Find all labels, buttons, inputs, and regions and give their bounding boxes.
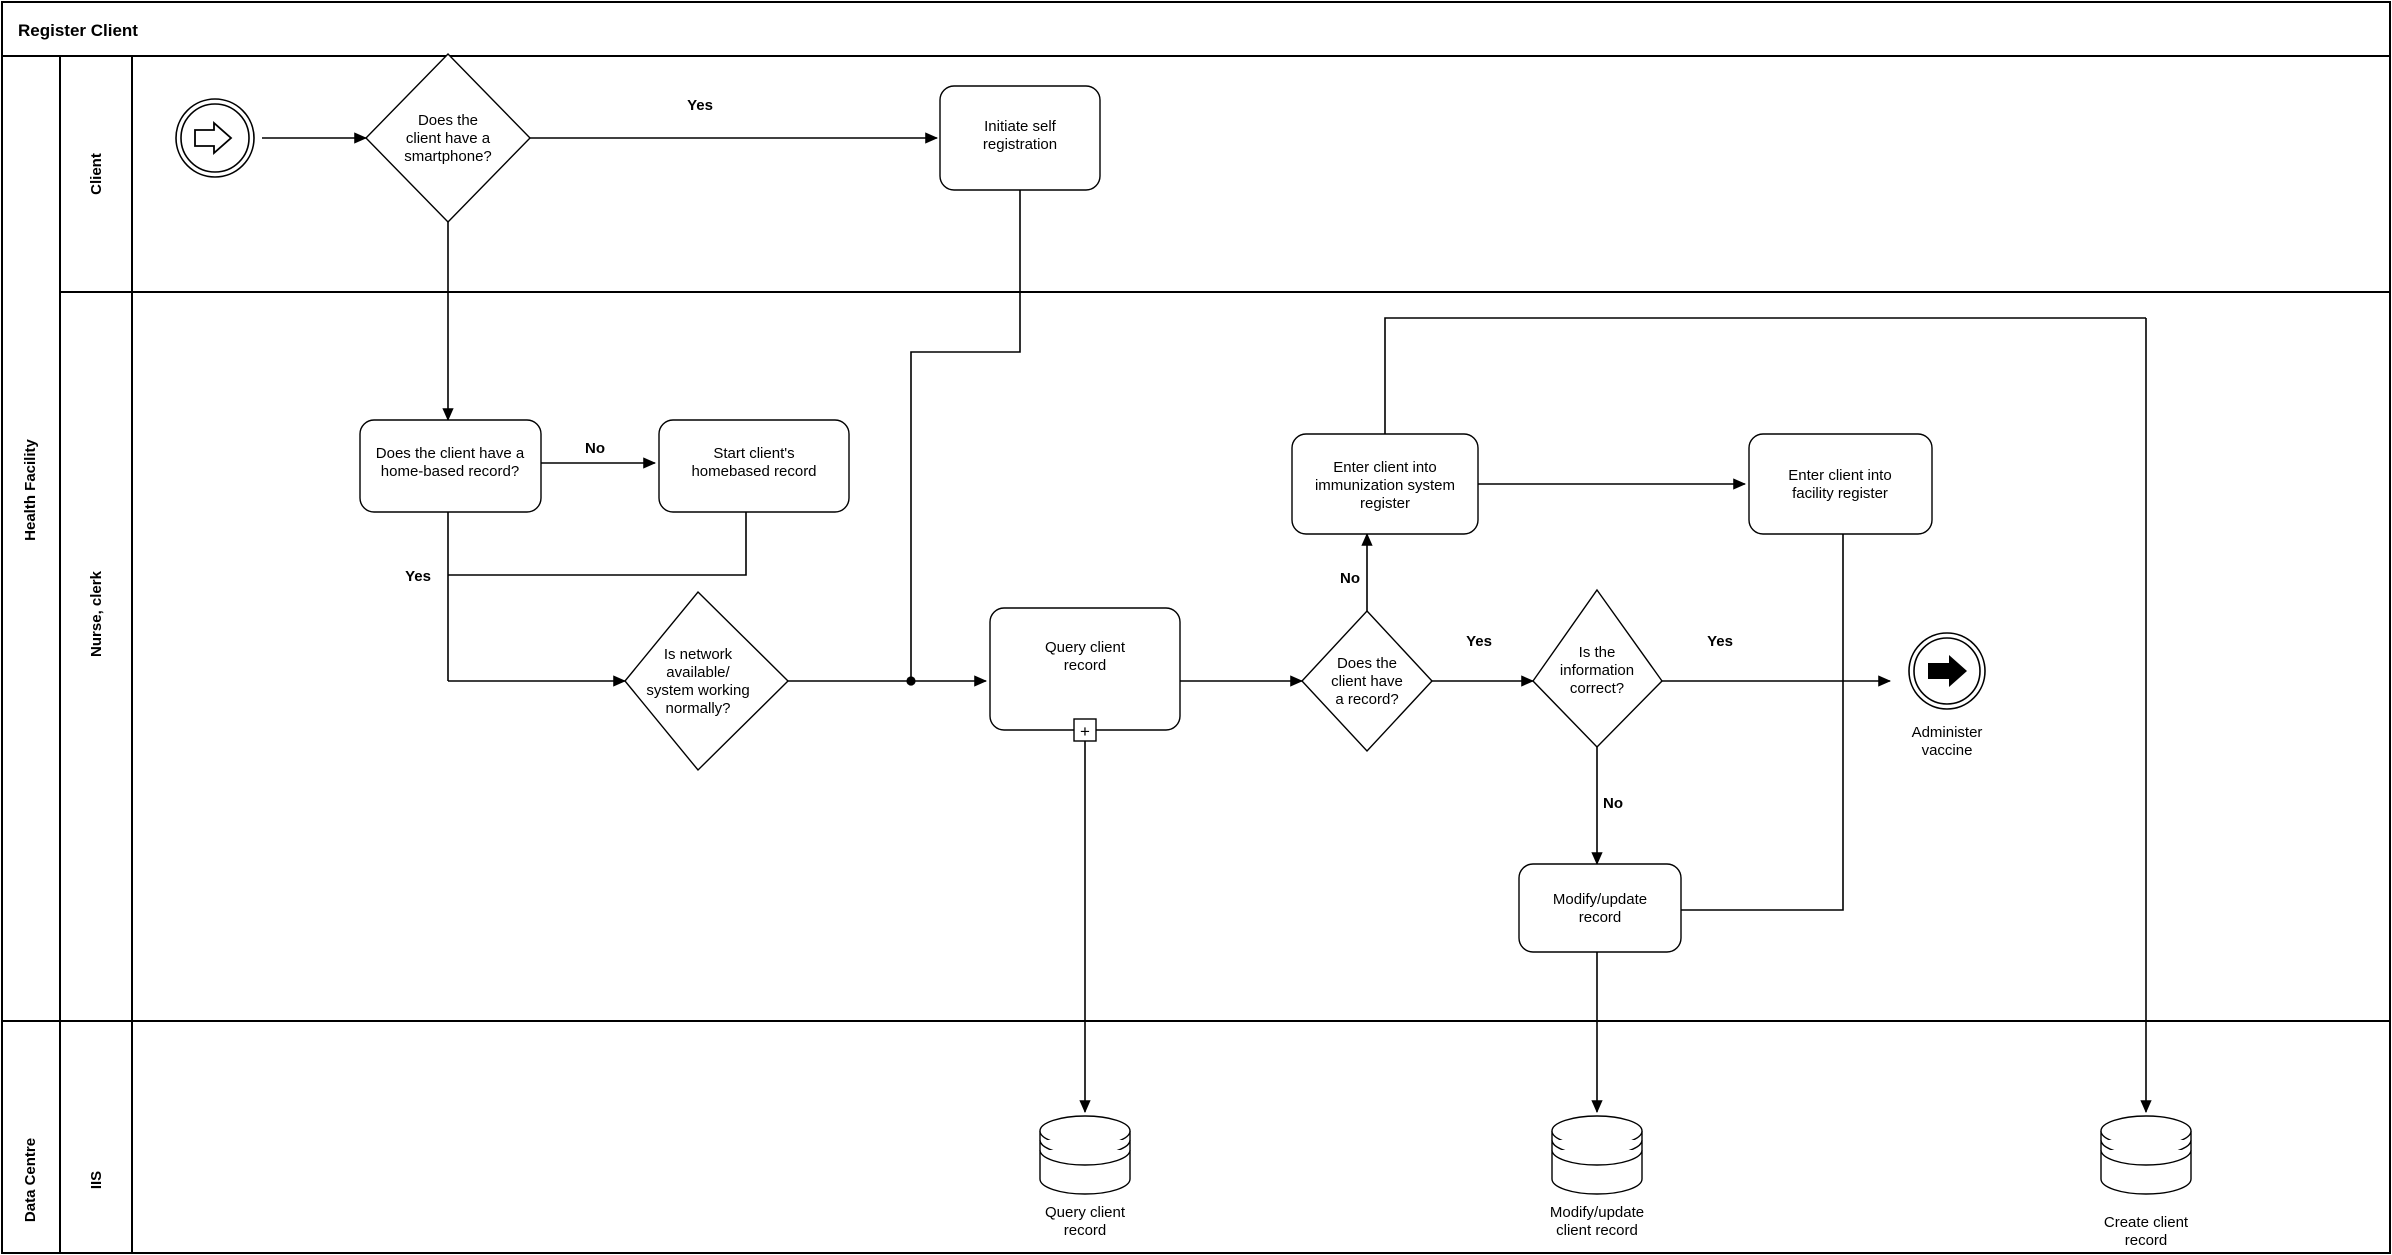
task-modify-line-1: record	[1579, 909, 1622, 926]
pool-label-client-text: Client	[88, 153, 105, 195]
gateway-network-available-line-0: Is network	[664, 646, 733, 663]
lane-label-iis: IIS	[88, 1171, 105, 1189]
datastore-query-client-record[interactable]: Query client record	[1039, 1115, 1131, 1239]
flow-label-infocorrect-yes: Yes	[1707, 633, 1733, 650]
datastore-modify-client-record[interactable]: Modify/update client record	[1550, 1115, 1644, 1239]
flow-label-hasrecord-yes: Yes	[1466, 633, 1492, 650]
gateway-has-record-line-2: a record?	[1335, 691, 1398, 708]
flow-label-infocorrect-no: No	[1603, 795, 1623, 812]
end-event-label-line-0: Administer	[1912, 724, 1983, 741]
datastore-modify-label-line-1: client record	[1556, 1222, 1638, 1239]
flow-label-homebased-no: No	[585, 440, 605, 457]
task-start-homebased-record-line-1: homebased record	[691, 463, 816, 480]
gateway-network-available-line-2: system working	[646, 682, 749, 699]
task-has-homebased-record-line-1: home-based record?	[381, 463, 519, 480]
task-enter-client-immunization-register[interactable]: Enter client into immunization system re…	[1291, 433, 1479, 535]
pool-label-data-centre: Data Centre	[22, 1138, 39, 1222]
task-start-homebased-record[interactable]: Start client's homebased record	[658, 419, 850, 513]
datastore-create-client-record[interactable]: Create client record	[2100, 1115, 2192, 1249]
end-event-label-line-1: vaccine	[1922, 742, 1973, 759]
subprocess-plus-icon: +	[1080, 722, 1090, 741]
task-enter-imm-line-1: immunization system	[1315, 477, 1455, 494]
bpmn-diagram: Register Client Client Health Facility N…	[1, 1, 2391, 1254]
flow-label-homebased-yes: Yes	[405, 568, 431, 585]
flow-modify-to-facility-register	[1681, 534, 1844, 911]
task-has-homebased-record[interactable]: Does the client have a home-based record…	[359, 419, 542, 513]
task-enter-facility-line-0: Enter client into	[1788, 467, 1891, 484]
lane-label-nurse-clerk-text: Nurse, clerk	[88, 570, 105, 657]
task-enter-imm-line-2: register	[1360, 495, 1410, 512]
gateway-has-smartphone[interactable]: Does the client have a smartphone?	[365, 52, 531, 224]
gateway-network-available[interactable]: Is network available/ system working nor…	[624, 590, 789, 772]
gateway-info-correct[interactable]: Is the information correct?	[1532, 588, 1663, 749]
gateway-has-smartphone-line-1: client have a	[406, 130, 491, 147]
gateway-has-record[interactable]: Does the client have a record?	[1301, 609, 1433, 753]
gateway-network-available-line-3: normally?	[665, 700, 730, 717]
gateway-has-record-line-0: Does the	[1337, 655, 1397, 672]
sequence-flows	[262, 132, 2152, 1114]
flow-starthomebased-down	[448, 512, 747, 576]
gateway-info-correct-line-2: correct?	[1570, 680, 1624, 697]
task-query-client-record[interactable]: Query client record +	[989, 607, 1181, 742]
datastore-create-label-line-1: record	[2125, 1232, 2168, 1249]
task-enter-imm-line-0: Enter client into	[1333, 459, 1436, 476]
task-initiate-self-registration[interactable]: Initiate self registration	[939, 85, 1101, 191]
task-query-client-record-line-0: Query client	[1045, 639, 1126, 656]
flow-label-hasrecord-no: No	[1340, 570, 1360, 587]
task-initiate-self-registration-line-1: registration	[983, 136, 1057, 153]
lane-label-iis-text: IIS	[88, 1171, 105, 1189]
datastore-modify-label-line-0: Modify/update	[1550, 1204, 1644, 1221]
lane-label-nurse-clerk: Nurse, clerk	[88, 570, 105, 657]
task-start-homebased-record-line-0: Start client's	[713, 445, 794, 462]
pool-label-client: Client	[88, 153, 105, 195]
flow-label-smartphone-yes: Yes	[687, 97, 713, 114]
task-has-homebased-record-line-0: Does the client have a	[376, 445, 525, 462]
pool-label-data-centre-text: Data Centre	[22, 1138, 39, 1222]
datastore-query-label-line-0: Query client	[1045, 1204, 1126, 1221]
diagram-title: Register Client	[18, 21, 138, 40]
task-enter-client-facility-register[interactable]: Enter client into facility register	[1748, 433, 1933, 535]
task-query-client-record-line-1: record	[1064, 657, 1107, 674]
gateway-info-correct-line-1: information	[1560, 662, 1634, 679]
flow-imm-top-rail	[1384, 317, 2146, 434]
diagram-canvas: Register Client Client Health Facility N…	[0, 0, 2392, 1255]
gateway-info-correct-line-0: Is the	[1579, 644, 1616, 661]
gateway-has-smartphone-line-0: Does the	[418, 112, 478, 129]
gateway-network-available-line-1: available/	[666, 664, 730, 681]
flow-junction-dot	[906, 676, 916, 686]
task-modify-update-record[interactable]: Modify/update record	[1518, 863, 1682, 953]
swimlane-frame	[1, 1, 2391, 1254]
task-enter-facility-line-1: facility register	[1792, 485, 1888, 502]
pool-label-health-facility: Health Facility	[22, 438, 39, 540]
pool-label-health-facility-text: Health Facility	[22, 438, 39, 540]
gateway-has-record-line-1: client have	[1331, 673, 1403, 690]
task-initiate-self-registration-line-0: Initiate self	[984, 118, 1057, 135]
datastore-create-label-line-0: Create client	[2104, 1214, 2189, 1231]
end-event-administer-vaccine[interactable]: Administer vaccine	[1908, 632, 1986, 759]
gateway-has-smartphone-line-2: smartphone?	[404, 148, 492, 165]
datastore-query-label-line-1: record	[1064, 1222, 1107, 1239]
start-event[interactable]	[175, 98, 255, 178]
task-modify-line-0: Modify/update	[1553, 891, 1647, 908]
